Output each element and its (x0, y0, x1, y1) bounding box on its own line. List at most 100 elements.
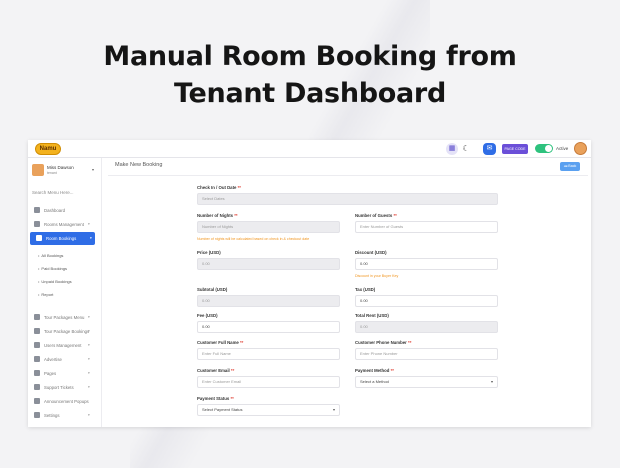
top-bar: Namu ▦ ☾ ✉ PAGE CODE Active (28, 140, 591, 158)
active-toggle[interactable] (535, 144, 553, 153)
advertise-icon (34, 356, 40, 362)
sidebar-item-dashboard[interactable]: Dashboard (28, 204, 98, 217)
email-input[interactable]: Enter Customer Email (197, 376, 340, 388)
chevron-down-icon: ▾ (88, 413, 90, 417)
chevron-down-icon: ▾ (90, 236, 92, 240)
sidebar-item-label: Pages (44, 371, 57, 376)
total-label: Total Rent (USD) (355, 313, 389, 318)
name-label: Customer Full Name ** (197, 340, 244, 345)
divider (108, 175, 588, 176)
sidebar-subitem-all-bookings[interactable]: All Bookings (38, 253, 63, 258)
email-label: Customer Email ** (197, 368, 235, 373)
sidebar-item-label: Settings (44, 413, 60, 418)
sidebar-item-pages[interactable]: Pages ▾ (28, 367, 98, 380)
sidebar-item-label: Users Management (44, 343, 82, 348)
nights-input[interactable]: Number of Nights (197, 221, 340, 233)
payment-method-select[interactable]: Select a Method (355, 376, 498, 388)
grid-icon[interactable]: ▦ (446, 143, 458, 155)
user-profile[interactable]: Miss Dawson tenant ▾ (32, 164, 98, 178)
fee-label: Fee (USD) (197, 313, 218, 318)
sidebar-item-label: Tour Packages Menu (44, 315, 85, 320)
nights-label: Number of Nights ** (197, 213, 238, 218)
chevron-down-icon: ▾ (88, 371, 90, 375)
hero-line-2: Tenant Dashboard (174, 78, 446, 109)
sidebar-item-label: Room Bookings (46, 236, 77, 241)
user-name: Miss Dawson (47, 165, 74, 170)
sidebar-item-users-management[interactable]: Users Management ▾ (28, 339, 98, 352)
sidebar-item-label: Rooms Management (44, 222, 84, 227)
pages-icon (34, 370, 40, 376)
payment-status-label: Payment Status ** (197, 396, 234, 401)
tour-booking-icon (34, 328, 40, 334)
toggle-label: Active (556, 146, 569, 151)
checkin-label: Check In / Out Date ** (197, 185, 241, 190)
price-label: Price (USD) (197, 250, 221, 255)
sidebar-subitem-report[interactable]: Report (38, 292, 53, 297)
phone-input[interactable]: Enter Phone Number (355, 348, 498, 360)
chevron-down-icon[interactable]: ▾ (92, 167, 94, 172)
fee-input[interactable]: 0.00 (197, 321, 340, 333)
moon-icon[interactable]: ☾ (460, 143, 472, 155)
sidebar-item-label: Support Tickets (44, 385, 74, 390)
hero-line-1: Manual Room Booking from (103, 41, 517, 72)
chevron-down-icon: ▾ (88, 315, 90, 319)
sidebar: Miss Dawson tenant ▾ Search Menu Here...… (28, 158, 102, 427)
sidebar-item-settings[interactable]: Settings ▾ (28, 409, 98, 422)
sidebar-item-room-bookings[interactable]: Room Bookings ▾ (30, 232, 95, 245)
price-input[interactable]: 0.00 (197, 258, 340, 270)
checkin-date-input[interactable]: Select Dates (197, 193, 498, 205)
sidebar-subitem-paid-bookings[interactable]: Paid Bookings (38, 266, 67, 271)
discount-input[interactable]: 0.00 (355, 258, 498, 270)
sidebar-item-advertise[interactable]: Advertise ▾ (28, 353, 98, 366)
hero-heading: Manual Room Booking from Tenant Dashboar… (0, 38, 620, 112)
guests-input[interactable]: Enter Number of Guests (355, 221, 498, 233)
payment-status-select[interactable]: Select Payment Status (197, 404, 340, 416)
megaphone-icon (34, 398, 40, 404)
chevron-down-icon: ▾ (88, 357, 90, 361)
chevron-down-icon: ▾ (88, 385, 90, 389)
avatar[interactable] (574, 142, 587, 155)
chevron-down-icon: ▾ (88, 329, 90, 333)
subtotal-input[interactable]: 0.00 (197, 295, 340, 307)
tour-icon (34, 314, 40, 320)
page-code-button[interactable]: PAGE CODE (502, 144, 528, 154)
tax-label: Tax (USD) (355, 287, 376, 292)
sidebar-item-label: Announcement Popups (44, 399, 89, 404)
back-button[interactable]: ◂◂ Back (560, 162, 580, 171)
sidebar-item-label: Advertise (44, 357, 62, 362)
discount-hint: Discount in your Buyer Key (355, 274, 399, 278)
sidebar-item-support-tickets[interactable]: Support Tickets ▾ (28, 381, 98, 394)
message-icon[interactable]: ✉ (483, 143, 496, 155)
sidebar-item-tour-packages[interactable]: Tour Packages Menu ▾ (28, 311, 98, 324)
sidebar-item-tour-package-bookings[interactable]: Tour Package Bookings ▾ (28, 325, 98, 338)
gear-icon (34, 412, 40, 418)
sidebar-search[interactable]: Search Menu Here... (32, 190, 74, 195)
app-window: Namu ▦ ☾ ✉ PAGE CODE Active Miss Dawson … (28, 140, 591, 427)
nights-hint: Number of nights will be calculated base… (197, 237, 310, 241)
bookmark-icon (36, 235, 42, 241)
user-role: tenant (47, 171, 57, 175)
sidebar-item-rooms-management[interactable]: Rooms Management ▾ (28, 218, 98, 231)
phone-label: Customer Phone Number ** (355, 340, 412, 345)
rooms-icon (34, 221, 40, 227)
guests-label: Number of Guests ** (355, 213, 397, 218)
discount-label: Discount (USD) (355, 250, 387, 255)
sidebar-subitem-unpaid-bookings[interactable]: Unpaid Bookings (38, 279, 71, 284)
sidebar-item-label: Dashboard (44, 208, 66, 213)
page-title: Make New Booking (115, 162, 163, 168)
chevron-down-icon: ▾ (88, 343, 90, 347)
chevron-down-icon: ▾ (88, 222, 90, 226)
full-name-input[interactable]: Enter Full Name (197, 348, 340, 360)
dashboard-icon (34, 207, 40, 213)
user-avatar (32, 164, 44, 176)
logo[interactable]: Namu (35, 143, 61, 155)
payment-method-label: Payment Method ** (355, 368, 394, 373)
total-input[interactable]: 0.00 (355, 321, 498, 333)
sidebar-item-announcement-popups[interactable]: Announcement Popups (28, 395, 98, 408)
ticket-icon (34, 384, 40, 390)
main-content: Make New Booking ◂◂ Back Check In / Out … (108, 158, 588, 427)
sidebar-item-label: Tour Package Bookings (44, 329, 90, 334)
tax-input[interactable]: 0.00 (355, 295, 498, 307)
subtotal-label: Subtotal (USD) (197, 287, 228, 292)
users-icon (34, 342, 40, 348)
